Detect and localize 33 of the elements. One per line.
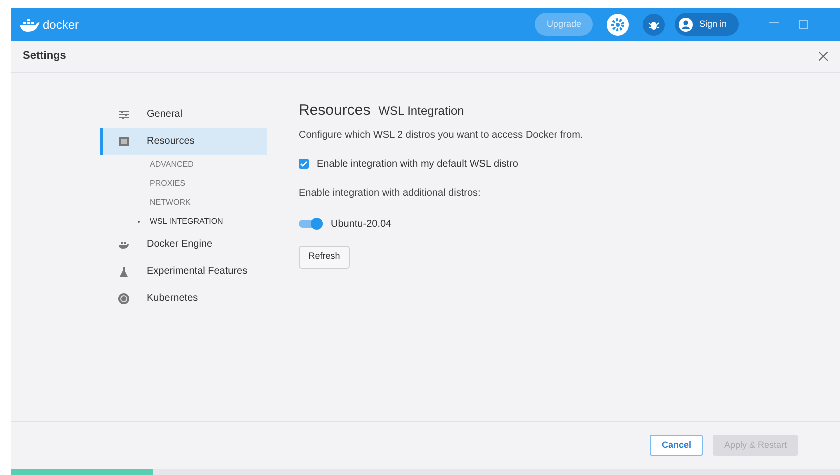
- settings-button[interactable]: [607, 14, 630, 36]
- toggle-switch[interactable]: [299, 218, 323, 230]
- description-text: Configure which WSL 2 distros you want to access Docker from.: [299, 128, 584, 142]
- wheel-icon: [118, 292, 130, 304]
- checkbox-label: Enable integration with my default WSL distro: [317, 158, 518, 172]
- nav-item[interactable]: General: [100, 101, 267, 128]
- section-label: Enable integration with additional distros:: [299, 186, 482, 200]
- nav-subitem[interactable]: ADVANCED: [100, 155, 267, 174]
- checkbox[interactable]: [299, 159, 309, 169]
- user-icon: [679, 18, 694, 32]
- sliders-icon: [118, 108, 130, 120]
- refresh-button[interactable]: Refresh: [299, 246, 350, 268]
- settings-title: Settings: [23, 49, 66, 64]
- nav-subitem[interactable]: PROXIES: [100, 174, 267, 193]
- bug-button[interactable]: [643, 14, 666, 36]
- nav-item[interactable]: Kubernetes: [100, 285, 267, 312]
- page-subtitle: WSL Integration: [378, 103, 464, 120]
- nav-item[interactable]: Experimental Features: [100, 258, 267, 285]
- cancel-button[interactable]: Cancel: [650, 435, 704, 456]
- page-title: Resources: [299, 101, 371, 121]
- maximize-icon[interactable]: [799, 20, 808, 29]
- nav-item[interactable]: Docker Engine: [100, 231, 267, 258]
- nav-subitem[interactable]: NETWORK: [100, 193, 267, 212]
- nav-subitem[interactable]: WSL INTEGRATION: [100, 212, 267, 231]
- distro-label: Ubuntu-20.04: [331, 218, 392, 232]
- sign-in-button[interactable]: Sign in: [675, 13, 739, 36]
- close-icon[interactable]: [819, 52, 828, 61]
- whale-logo-icon: [19, 18, 41, 32]
- flask-icon: [118, 266, 130, 278]
- nav-item[interactable]: Resources: [100, 128, 267, 155]
- box-icon: [118, 136, 130, 148]
- settings-icon: [611, 18, 626, 32]
- logo-text: docker: [43, 16, 80, 34]
